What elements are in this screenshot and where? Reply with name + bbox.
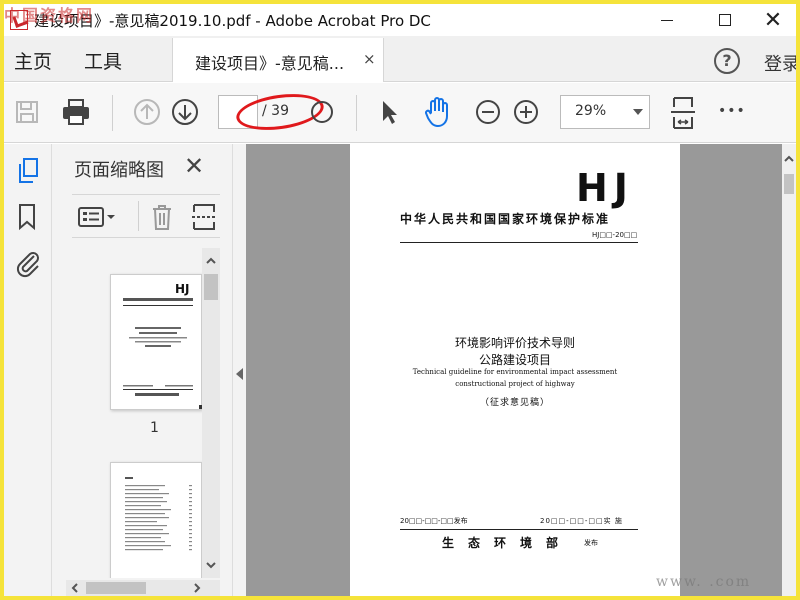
pdf-issue-date: 20□□-□□-□□发布 <box>400 517 468 525</box>
close-window-button[interactable]: ✕ <box>750 4 796 36</box>
main-toolbar: / 39 29% ••• <box>4 83 796 143</box>
scrollbar-thumb[interactable] <box>784 174 794 194</box>
window-frame: 建设项目》-意见稿2019.10.pdf - Adobe Acrobat Pro… <box>0 0 800 600</box>
document-tab-label: 建设项目》-意见稿... <box>195 54 345 73</box>
page-thumbnail-1-label: 1 <box>150 420 159 436</box>
thumbnail-panel: 页面缩略图 ✕ HJ 1 <box>52 144 232 596</box>
help-icon[interactable]: ? <box>714 48 740 74</box>
zoom-in-icon[interactable] <box>512 97 540 127</box>
zoom-out-partial-icon[interactable] <box>310 99 334 125</box>
zoom-select[interactable]: 29% <box>560 95 650 129</box>
thumbnail-horizontal-scrollbar[interactable] <box>66 580 220 596</box>
collapse-panel-icon[interactable] <box>236 368 243 380</box>
scroll-up-icon[interactable] <box>782 152 796 166</box>
scroll-right-icon[interactable] <box>190 580 204 596</box>
pdf-divider <box>400 529 638 530</box>
hand-tool-icon[interactable] <box>422 95 454 129</box>
maximize-icon <box>719 14 731 26</box>
thumbnail-vertical-scrollbar[interactable] <box>202 248 220 578</box>
svg-text:HJ: HJ <box>175 282 190 296</box>
delete-page-icon[interactable] <box>148 201 176 233</box>
pdf-standard-name: 中华人民共和国国家环境保护标准 <box>400 212 611 226</box>
more-tools-icon[interactable]: ••• <box>718 103 746 119</box>
pdf-divider <box>400 242 638 243</box>
next-page-icon[interactable] <box>170 97 200 127</box>
scroll-left-icon[interactable] <box>68 580 82 596</box>
page-thumbnail-2[interactable] <box>110 462 202 578</box>
minimize-icon <box>661 19 673 21</box>
pdf-english-title-line2: constructional project of highway <box>455 380 575 388</box>
pdf-standard-code: HJ□□-20□□ <box>592 231 638 239</box>
print-icon[interactable] <box>60 97 92 127</box>
pdf-page: HJ 中华人民共和国国家环境保护标准 HJ□□-20□□ 环境影响评价技术导则 … <box>350 144 680 596</box>
pdf-logo: HJ <box>576 166 634 210</box>
scrollbar-thumb[interactable] <box>86 582 146 594</box>
attachment-icon[interactable] <box>14 246 42 278</box>
left-navigation-rail <box>4 144 52 596</box>
panel-title: 页面缩略图 <box>74 160 164 181</box>
bookmark-icon[interactable] <box>16 202 38 232</box>
watermark-top: 中国资格网 <box>4 6 95 25</box>
maximize-button[interactable] <box>702 4 748 36</box>
panel-toolbar <box>72 194 220 238</box>
document-vertical-scrollbar[interactable] <box>782 144 796 596</box>
options-menu-icon[interactable] <box>76 203 118 231</box>
login-link[interactable]: 登录 <box>764 50 796 76</box>
pdf-release-label: 发布 <box>584 539 598 547</box>
previous-page-icon[interactable] <box>132 97 162 127</box>
pdf-title-line1: 环境影响评价技术导则 <box>454 336 575 350</box>
pages-icon[interactable] <box>15 156 41 186</box>
watermark-bottom: www. .com <box>656 574 752 590</box>
title-bar: 建设项目》-意见稿2019.10.pdf - Adobe Acrobat Pro… <box>4 4 796 36</box>
close-panel-button[interactable]: ✕ <box>184 152 204 180</box>
tab-tools[interactable]: 工具 <box>84 47 122 74</box>
scroll-up-icon[interactable] <box>202 254 220 268</box>
scrollbar-thumb[interactable] <box>204 274 218 300</box>
pdf-draft-note: （征求意见稿） <box>479 398 550 408</box>
zoom-value: 29% <box>575 103 607 119</box>
tab-document[interactable]: 建设项目》-意见稿... × <box>172 38 384 82</box>
select-cursor-icon[interactable] <box>376 97 402 127</box>
thumbnail-list: HJ 1 <box>52 248 202 578</box>
pdf-english-title-line1: Technical guideline for environmental im… <box>412 368 618 376</box>
pdf-implementation-date: 20□□-□□-□□实 施 <box>540 517 623 525</box>
document-view[interactable]: HJ 中华人民共和国国家环境保护标准 HJ□□-20□□ 环境影响评价技术导则 … <box>246 144 782 596</box>
save-icon[interactable] <box>12 97 42 127</box>
zoom-out-icon[interactable] <box>474 97 502 127</box>
tab-bar: 主页 工具 建设项目》-意见稿... × ? 登录 <box>4 36 796 82</box>
tab-home[interactable]: 主页 <box>14 47 52 74</box>
minimize-button[interactable] <box>644 4 690 36</box>
panel-splitter[interactable] <box>232 144 246 596</box>
close-tab-button[interactable]: × <box>363 50 376 68</box>
page-thumbnail-1[interactable]: HJ <box>110 274 202 410</box>
insert-page-icon[interactable] <box>190 201 218 233</box>
panel-separator <box>138 201 139 231</box>
toolbar-separator <box>356 95 357 131</box>
pdf-ministry: 生态环境部 <box>442 536 573 550</box>
chevron-down-icon <box>633 109 643 115</box>
toolbar-separator <box>112 95 113 131</box>
pdf-title-line2: 公路建设项目 <box>478 353 551 367</box>
scroll-down-icon[interactable] <box>202 558 220 572</box>
fit-page-icon[interactable] <box>668 95 698 131</box>
